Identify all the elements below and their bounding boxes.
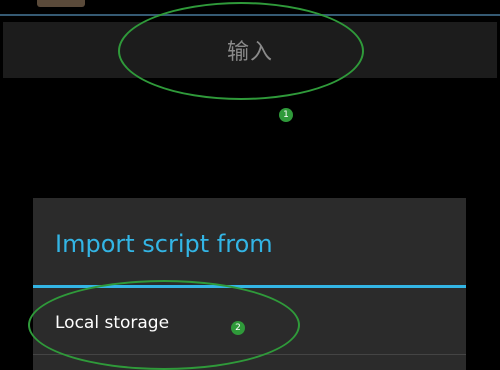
annotation-badge-2: 2 [231,321,245,335]
annotation-badge-1: 1 [279,108,293,122]
dialog-title: Import script from [55,230,273,258]
annotation-ellipse-2 [28,280,300,370]
top-tab [37,0,85,7]
annotation-ellipse-1 [118,2,364,100]
